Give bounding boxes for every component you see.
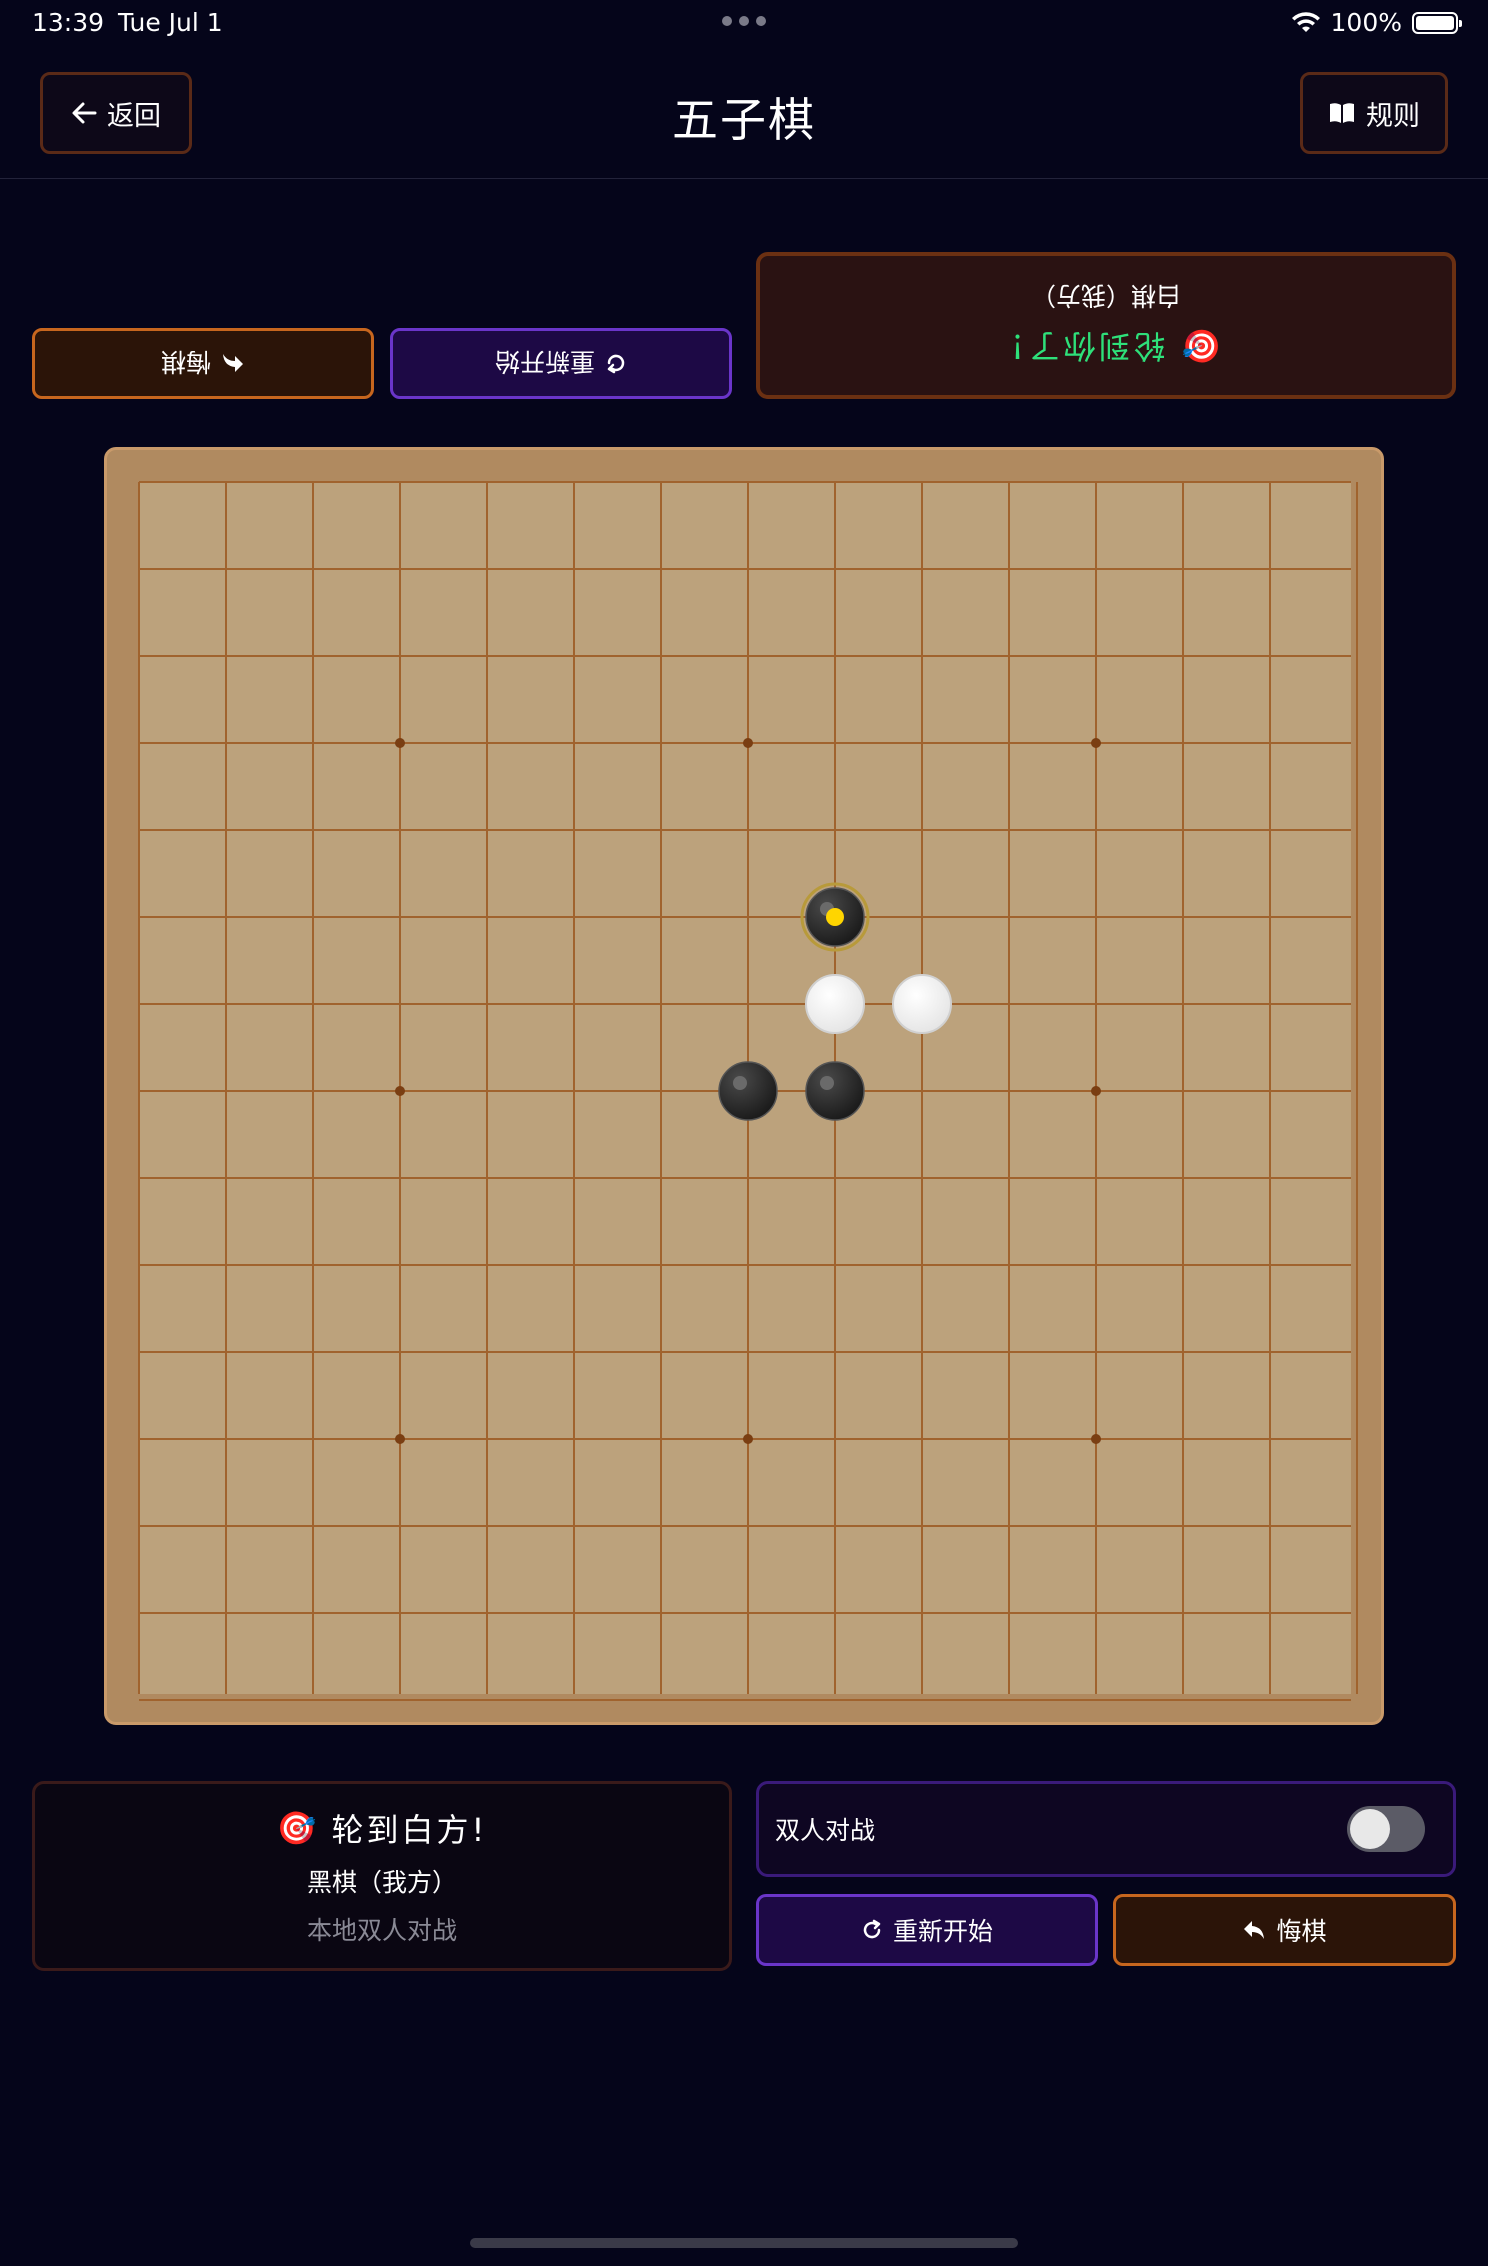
two-player-mode-toggle[interactable] xyxy=(1347,1806,1425,1852)
header-divider xyxy=(0,178,1488,179)
stone-highlight xyxy=(733,1076,747,1090)
star-point xyxy=(743,1434,753,1444)
opponent-restart-button[interactable]: 重新开始 xyxy=(390,328,732,399)
player-side-text: 黑棋（我方） xyxy=(306,1868,457,1897)
opponent-restart-label: 重新开始 xyxy=(495,347,596,377)
battery-percent: 100% xyxy=(1330,8,1402,37)
two-player-mode-label: 双人对战 xyxy=(775,1816,876,1845)
target-dart-icon: 🎯 xyxy=(1178,327,1222,366)
restart-label: 重新开始 xyxy=(892,1917,993,1946)
rules-button[interactable]: 规则 xyxy=(1300,72,1448,154)
rules-label: 规则 xyxy=(1366,100,1420,132)
home-indicator[interactable] xyxy=(470,2238,1018,2248)
opponent-player-text: 白棋（我方） xyxy=(1031,281,1182,311)
status-time: 13:39 xyxy=(32,8,105,37)
status-right: 100% xyxy=(1291,8,1462,37)
status-date: Tue Jul 1 xyxy=(118,8,223,37)
two-player-mode-row: 双人对战 xyxy=(756,1781,1456,1877)
star-point xyxy=(1091,1434,1101,1444)
black-stone xyxy=(718,1061,778,1121)
stone-highlight xyxy=(820,1076,834,1090)
opponent-undo-label: 悔棋 xyxy=(161,347,212,377)
star-point xyxy=(1091,738,1101,748)
multitasking-dots-icon[interactable] xyxy=(722,16,766,26)
last-move-marker xyxy=(826,908,844,926)
white-stone xyxy=(805,974,865,1034)
refresh-icon xyxy=(863,1919,881,1939)
game-mode-text: 本地双人对战 xyxy=(306,1916,457,1945)
undo-button[interactable]: 悔棋 xyxy=(1113,1894,1456,1966)
player-turn-text: 轮到白方! xyxy=(331,1811,488,1849)
player-turn-row: 🎯 轮到白方! xyxy=(277,1805,488,1851)
book-icon xyxy=(1330,103,1354,123)
toggle-knob xyxy=(1350,1809,1390,1849)
target-dart-icon: 🎯 xyxy=(276,1809,320,1847)
star-point xyxy=(395,738,405,748)
star-point xyxy=(1091,1086,1101,1096)
refresh-icon xyxy=(607,355,625,374)
undo-arrow-icon xyxy=(1244,1921,1265,1939)
page-title: 五子棋 xyxy=(672,93,816,147)
restart-button[interactable]: 重新开始 xyxy=(756,1894,1098,1966)
black-stone xyxy=(805,1061,865,1121)
battery-icon xyxy=(1412,11,1462,34)
opponent-undo-button[interactable]: 悔棋 xyxy=(32,328,374,399)
star-point xyxy=(395,1434,405,1444)
star-point xyxy=(395,1086,405,1096)
opponent-turn-text: 轮到你了！ xyxy=(990,327,1166,366)
opponent-status-panel: 🎯 轮到你了！ 白棋（我方） xyxy=(756,252,1456,399)
player-status-panel: 🎯 轮到白方! 黑棋（我方） 本地双人对战 xyxy=(32,1781,732,1971)
white-stone xyxy=(892,974,952,1034)
wifi-icon xyxy=(1291,11,1320,32)
star-point xyxy=(743,738,753,748)
undo-label: 悔棋 xyxy=(1276,1917,1327,1946)
opponent-turn-row: 🎯 轮到你了！ xyxy=(990,326,1221,372)
gomoku-board[interactable] xyxy=(104,447,1384,1725)
undo-arrow-icon xyxy=(223,354,244,373)
